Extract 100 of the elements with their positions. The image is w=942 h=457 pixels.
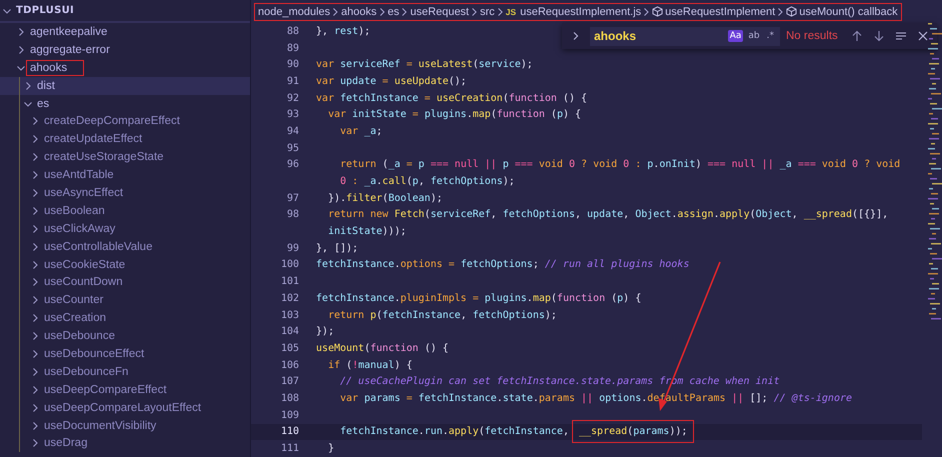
code-line: var update = useUpdate(); <box>315 76 467 87</box>
chevron-right-icon[interactable] <box>30 366 40 377</box>
tree-item[interactable]: useDeepCompareLayoutEffect <box>41 400 204 415</box>
chevron-right-icon[interactable] <box>30 384 40 395</box>
chevron-right-icon[interactable] <box>30 116 40 126</box>
tree-item[interactable]: useCookieState <box>41 258 128 272</box>
tree-item[interactable]: agentkeepalive <box>27 24 110 39</box>
chevron-right-icon[interactable] <box>30 242 40 252</box>
chevron-right-icon[interactable] <box>30 331 40 342</box>
find-option-toggle[interactable]: Aa <box>728 30 744 42</box>
code-line: }).filter(Boolean); <box>327 192 443 204</box>
chevron-right-icon <box>777 6 784 16</box>
line-number: 88 <box>286 26 299 37</box>
line-number: 105 <box>280 342 299 354</box>
line-number: 89 <box>286 42 299 54</box>
tree-item[interactable]: useCounter <box>41 293 106 308</box>
tree-item[interactable]: createUpdateEffect <box>41 132 146 146</box>
line-number: 99 <box>286 242 299 254</box>
breadcrumb-item[interactable]: es <box>388 6 400 18</box>
tree-item[interactable]: useDeepCompareEffect <box>41 382 170 397</box>
chevron-right-icon[interactable] <box>30 170 40 180</box>
cube-icon <box>652 6 664 17</box>
code-line: var serviceRef = useLatest(service); <box>315 59 533 70</box>
line-number: 100 <box>280 259 299 270</box>
chevron-right-icon[interactable] <box>30 188 40 198</box>
line-number: 108 <box>280 392 299 404</box>
line-number: 96 <box>286 159 299 170</box>
tree-item[interactable]: useAntdTable <box>41 168 117 182</box>
code-line: var _a; <box>339 126 382 137</box>
chevron-right-icon[interactable] <box>30 420 40 431</box>
line-number: 94 <box>286 126 299 137</box>
line-number: 93 <box>286 109 299 120</box>
tree-item[interactable]: useClickAway <box>41 222 118 236</box>
chevron-right-icon[interactable] <box>30 260 40 270</box>
explorer-title: TDPLUSUI <box>16 5 74 16</box>
chevron-right-icon[interactable] <box>30 402 40 413</box>
line-number: 98 <box>286 209 299 220</box>
chevron-right-icon[interactable] <box>30 134 40 144</box>
find-option-toggle[interactable]: ab <box>746 30 762 42</box>
line-number: 111 <box>280 443 299 454</box>
tree-item[interactable]: useBoolean <box>41 204 108 218</box>
tree-item[interactable]: useDebounceEffect <box>41 346 148 361</box>
breadcrumb-item[interactable]: ahooks <box>341 6 377 18</box>
code-line: }, rest); <box>315 26 370 37</box>
code-line: }); <box>315 326 334 338</box>
code-line: return (_a = p === null || p === void 0 ? void 0 : p.onInit) === null || _a === void 0 ? void <box>339 159 900 170</box>
breadcrumb-item[interactable]: useRequestImplement <box>665 6 776 18</box>
chevron-right-icon[interactable] <box>30 277 40 288</box>
tree-item[interactable]: useDocumentVisibility <box>41 418 160 433</box>
chevron-right-icon <box>471 6 478 16</box>
find-option-toggle[interactable]: .* <box>764 30 776 42</box>
code-line: var fetchInstance = useCreation(function () { <box>315 92 588 104</box>
tree-item[interactable]: useAsyncEffect <box>41 186 126 200</box>
chevron-right-icon[interactable] <box>30 313 40 324</box>
line-number: 104 <box>280 326 299 338</box>
cube-icon <box>786 6 798 17</box>
chevron-right-icon[interactable] <box>23 80 33 91</box>
tree-item[interactable]: ahooks <box>27 60 84 75</box>
chevron-right-icon[interactable] <box>30 206 40 216</box>
tree-item[interactable]: useDebounce <box>41 329 118 344</box>
breadcrumb-item[interactable]: useRequest <box>410 6 469 18</box>
breadcrumb-item[interactable]: node_modules <box>258 6 330 18</box>
tree-item[interactable]: useControllableValue <box>41 240 156 254</box>
breadcrumb-item[interactable]: useRequestImplement.js <box>520 6 642 18</box>
chevron-right-icon[interactable] <box>30 224 40 234</box>
line-number: 91 <box>286 76 299 87</box>
line-number: 101 <box>280 276 299 288</box>
tree-item[interactable]: useCreation <box>41 311 110 326</box>
js-file-icon: JS <box>506 6 516 16</box>
tree-item[interactable]: es <box>34 96 52 110</box>
chevron-right-icon <box>401 6 408 16</box>
tree-item[interactable]: createDeepCompareEffect <box>41 114 183 128</box>
line-number: 107 <box>280 376 299 388</box>
chevron-right-icon[interactable] <box>30 152 40 162</box>
tree-item[interactable]: aggregate-error <box>27 42 113 57</box>
tree-item[interactable]: useCountDown <box>41 275 126 290</box>
tree-item[interactable]: createUseStorageState <box>41 150 167 164</box>
breadcrumb-item[interactable]: src <box>480 6 495 18</box>
code-line: if (!manual) { <box>327 360 412 371</box>
tree-item[interactable]: dist <box>34 78 58 93</box>
chevron-right-icon[interactable] <box>16 26 26 37</box>
chevron-right-icon[interactable] <box>30 348 40 359</box>
chevron-right-icon[interactable] <box>30 295 40 306</box>
code-line: return new Fetch(serviceRef, fetchOptions, update, Object.assign.apply(Object, __spread([{}], <box>327 209 888 220</box>
tree-item[interactable]: useDebounceFn <box>41 364 132 379</box>
breadcrumb-item[interactable]: useMount() callback <box>799 6 898 18</box>
code-line: initState))); <box>327 226 406 238</box>
code-line: }, []); <box>315 242 358 254</box>
line-number: 92 <box>286 92 299 104</box>
code-line: } <box>327 443 334 454</box>
line-number: 103 <box>280 310 299 321</box>
line-number: 110 <box>280 426 299 438</box>
line-number: 97 <box>286 192 299 204</box>
line-number: 102 <box>280 292 299 304</box>
code-line: fetchInstance.run.apply(fetchInstance, <box>339 426 570 438</box>
tree-item[interactable]: useDrag <box>41 436 90 450</box>
chevron-right-icon[interactable] <box>30 438 40 448</box>
find-input[interactable]: ahooks Aa ab .* <box>590 26 780 46</box>
chevron-right-icon[interactable] <box>16 44 26 55</box>
code-line: 0 : _a.call(p, fetchOptions); <box>339 176 515 188</box>
